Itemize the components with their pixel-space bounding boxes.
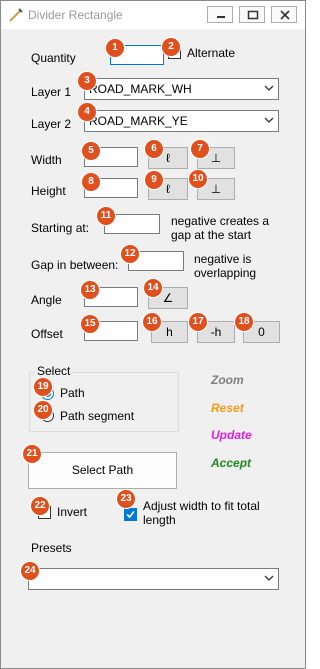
step-badge-23: 23 (116, 489, 136, 509)
title-bar: Divider Rectangle (1, 1, 305, 29)
starting-note: negative creates a gap at the start (171, 214, 270, 242)
dialog-window: Divider Rectangle Quantity Alternate Lay… (0, 0, 306, 669)
path-segment-radio-label: Path segment (60, 409, 135, 423)
step-badge-21: 21 (22, 444, 42, 464)
chevron-down-icon (264, 85, 274, 91)
presets-select[interactable] (28, 568, 279, 590)
adjust-width-label: Adjust width to fit total length (143, 499, 260, 527)
invert-label: Invert (57, 505, 88, 519)
step-badge-9: 9 (144, 170, 164, 190)
alternate-label: Alternate (187, 46, 236, 60)
zoom-link[interactable]: Zoom (211, 373, 244, 387)
close-icon (280, 10, 290, 20)
presets-label: Presets (31, 541, 72, 555)
layer1-label: Layer 1 (31, 85, 72, 99)
step-badge-4: 4 (77, 102, 97, 122)
chevron-down-icon (264, 117, 274, 123)
width-label: Width (31, 153, 62, 167)
step-badge-20: 20 (33, 400, 53, 420)
step-badge-13: 13 (80, 280, 100, 300)
select-path-button[interactable]: Select Path (28, 452, 177, 489)
angle-label: Angle (31, 293, 62, 307)
maximize-icon (247, 10, 259, 20)
layer1-value: ROAD_MARK_WH (89, 82, 192, 96)
step-badge-22: 22 (30, 496, 50, 516)
step-badge-2: 2 (161, 37, 181, 57)
path-radio-label: Path (60, 386, 85, 400)
checkmark-icon (126, 510, 135, 519)
step-badge-8: 8 (81, 172, 101, 192)
accept-link[interactable]: Accept (211, 456, 251, 470)
step-badge-24: 24 (20, 561, 40, 581)
minimize-icon (217, 16, 225, 18)
step-badge-17: 17 (188, 312, 208, 332)
step-badge-19: 19 (33, 377, 53, 397)
step-badge-6: 6 (144, 139, 164, 159)
step-badge-16: 16 (142, 312, 162, 332)
layer2-select[interactable]: ROAD_MARK_YE (84, 110, 279, 132)
layer2-value: ROAD_MARK_YE (89, 114, 188, 128)
step-badge-12: 12 (120, 244, 140, 264)
maximize-button[interactable] (239, 6, 265, 23)
step-badge-15: 15 (80, 314, 100, 334)
height-label: Height (31, 184, 66, 198)
layer2-label: Layer 2 (31, 117, 72, 131)
step-badge-3: 3 (77, 71, 97, 91)
step-badge-14: 14 (143, 278, 163, 298)
gap-label: Gap in between: (31, 258, 119, 272)
step-badge-10: 10 (188, 169, 208, 189)
reset-link[interactable]: Reset (211, 401, 244, 415)
window-title: Divider Rectangle (28, 8, 123, 22)
adjust-width-checkbox[interactable] (124, 508, 137, 521)
chevron-down-icon (264, 575, 274, 581)
step-badge-7: 7 (190, 139, 210, 159)
app-icon (9, 8, 23, 22)
layer1-select[interactable]: ROAD_MARK_WH (84, 78, 279, 100)
minimize-button[interactable] (207, 6, 233, 23)
step-badge-11: 11 (96, 206, 116, 226)
select-group-label: Select (35, 364, 73, 378)
offset-label: Offset (31, 327, 63, 341)
step-badge-18: 18 (234, 312, 254, 332)
update-link[interactable]: Update (211, 428, 252, 442)
gap-note: negative is overlapping (194, 252, 257, 280)
starting-label: Starting at: (31, 221, 90, 235)
close-button[interactable] (271, 6, 297, 23)
quantity-label: Quantity (31, 51, 76, 65)
step-badge-5: 5 (81, 141, 101, 161)
step-badge-1: 1 (105, 38, 125, 58)
